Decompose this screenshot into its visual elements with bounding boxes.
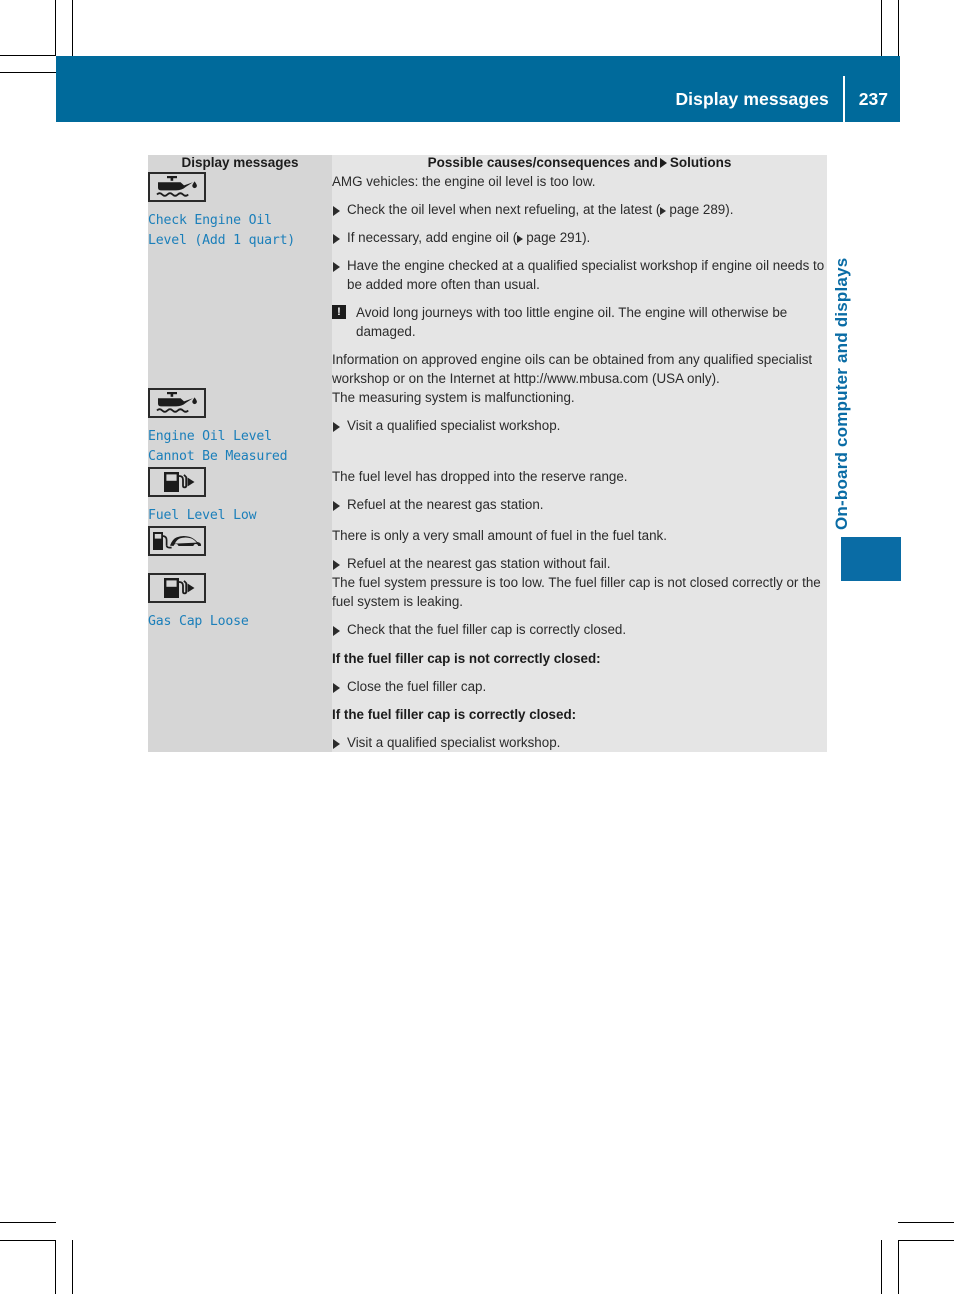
cause-paragraph: Information on approved engine oils can … (332, 352, 813, 387)
cropmark-bottom-right-vertical-inner (881, 1240, 882, 1294)
page-header: Display messages 237 (56, 56, 900, 122)
fuel-pump-icon (148, 467, 206, 498)
solution-bullet: Refuel at the nearest gas station. (332, 495, 827, 514)
column-header-display-messages: Display messages (181, 155, 299, 170)
column-header-causes-text: Possible causes/consequences and (427, 155, 658, 170)
page-reference-triangle-icon (517, 234, 524, 243)
causes-solutions-cell: There is only a very small amount of fue… (332, 526, 827, 574)
solution-bullet: Check that the fuel filler cap is correc… (332, 620, 827, 639)
cropmark-top-right-vertical-inner (881, 0, 882, 56)
table-header-row: Display messages Possible causes/consequ… (148, 155, 827, 172)
cropmark-top-right-vertical-outer (898, 0, 899, 56)
solution-bullet: Visit a qualified specialist workshop. (332, 733, 827, 752)
solution-bullet: Refuel at the nearest gas station withou… (332, 554, 827, 573)
cause-paragraph: The fuel level has dropped into the rese… (332, 469, 628, 485)
condition-heading: If the fuel filler cap is correctly clos… (332, 706, 577, 722)
cropmark-top-left-horizontal-outer (0, 55, 56, 56)
causes-solutions-cell: The fuel level has dropped into the rese… (332, 467, 827, 527)
cropmark-bottom-right-horizontal-inner (898, 1240, 954, 1241)
cropmark-bottom-left-vertical-outer (55, 1240, 56, 1294)
causes-solutions-cell: The fuel system pressure is too low. The… (332, 573, 827, 752)
table-row: Check Engine Oil Level (Add 1 quart) AMG … (148, 171, 827, 389)
chapter-tab-label: On-board computer and displays (832, 257, 851, 530)
warning-note-text: Avoid long journeys with too little engi… (356, 305, 788, 340)
exclamation-icon: ! (332, 305, 346, 320)
fuel-pump-car-icon (148, 526, 206, 557)
solution-bullet: Check the oil level when next refueling,… (332, 200, 827, 219)
table-header-cell-causes: Possible causes/consequences and Solution… (332, 155, 827, 172)
solution-bullet-text: Check the oil level when next refueling,… (347, 201, 661, 217)
page-title: Display messages (675, 88, 829, 109)
cropmark-bottom-left-vertical-inner (72, 1240, 73, 1294)
page-reference-triangle-icon (660, 206, 667, 215)
warning-note: ! Avoid long journeys with too little eng… (332, 303, 827, 341)
table-row: Gas Cap Loose The fuel system pressure is… (148, 573, 827, 752)
display-message-label: Gas Cap Loose (148, 614, 249, 630)
solution-bullet: If necessary, add engine oil ( page 291). (332, 228, 827, 247)
solution-bullet: Close the fuel filler cap. (332, 677, 827, 696)
table-header-cell-messages: Display messages (148, 155, 332, 172)
display-message-label: Engine Oil Level Cannot Be Measured (148, 429, 288, 465)
cropmark-bottom-right-vertical-outer (898, 1240, 899, 1294)
condition-heading: If the fuel filler cap is not correctly … (332, 650, 601, 666)
message-cell: Fuel Level Low (148, 467, 332, 527)
page-number: 237 (858, 88, 888, 109)
oil-can-low-level-icon (148, 171, 206, 202)
solution-bullet-text: Have the engine checked at a qualified s… (347, 257, 825, 292)
cropmark-bottom-right-horizontal-outer (898, 1222, 954, 1223)
solution-bullet-text: If necessary, add engine oil ( (347, 229, 518, 245)
solutions-triangle-icon (659, 158, 667, 168)
cause-paragraph: There is only a very small amount of fue… (332, 528, 667, 544)
message-cell: Engine Oil Level Cannot Be Measured (148, 388, 332, 468)
cropmark-top-left-vertical-outer (55, 0, 56, 56)
solution-bullet-text: Refuel at the nearest gas station. (347, 497, 544, 513)
cropmark-top-left-vertical-inner (72, 0, 73, 56)
table-row: There is only a very small amount of fue… (148, 526, 827, 574)
solution-bullet-text: Visit a qualified specialist workshop. (347, 734, 561, 750)
chapter-tab-marker (841, 537, 901, 581)
cropmark-bottom-left-horizontal-outer (0, 1222, 56, 1223)
page-reference-link[interactable]: page 291 (526, 230, 582, 245)
cause-paragraph: The fuel system pressure is too low. The… (332, 575, 821, 610)
column-header-solutions-text: Solutions (669, 155, 732, 170)
causes-solutions-cell: AMG vehicles: the engine oil level is to… (332, 171, 827, 389)
solution-bullet: Have the engine checked at a qualified s… (332, 256, 827, 294)
solution-bullet-text: Visit a qualified specialist workshop. (347, 418, 561, 434)
cause-paragraph: AMG vehicles: the engine oil level is to… (332, 173, 596, 189)
solution-bullet-text-after: ). (725, 201, 734, 217)
solution-bullet: Visit a qualified specialist workshop. (332, 416, 827, 435)
oil-can-low-level-icon (148, 388, 206, 419)
solution-bullet-text: Check that the fuel filler cap is correc… (347, 622, 627, 638)
solution-bullet-text: Close the fuel filler cap. (347, 678, 487, 694)
message-cell: Check Engine Oil Level (Add 1 quart) (148, 171, 332, 389)
display-message-label: Check Engine Oil Level (Add 1 quart) (148, 212, 296, 248)
cropmark-top-left-horizontal-inner (0, 72, 56, 73)
message-cell (148, 526, 332, 574)
solution-bullet-text: Refuel at the nearest gas station withou… (347, 556, 611, 572)
solution-bullet-text-after: ). (582, 229, 591, 245)
message-cell: Gas Cap Loose (148, 573, 332, 752)
display-message-label: Fuel Level Low (148, 508, 257, 524)
causes-solutions-cell: The measuring system is malfunctioning. V… (332, 388, 827, 468)
fuel-pump-icon (148, 573, 206, 604)
cropmark-bottom-left-horizontal-inner (0, 1240, 56, 1241)
table-row: Engine Oil Level Cannot Be Measured The m… (148, 388, 827, 468)
display-messages-table: Display messages Possible causes/consequ… (148, 155, 827, 752)
table-row: Fuel Level Low The fuel level has dropped… (148, 467, 827, 527)
cause-paragraph: The measuring system is malfunctioning. (332, 390, 575, 406)
page-reference-link[interactable]: page 289 (669, 202, 725, 217)
column-header-causes-solutions: Possible causes/consequences and Solution… (332, 155, 827, 172)
